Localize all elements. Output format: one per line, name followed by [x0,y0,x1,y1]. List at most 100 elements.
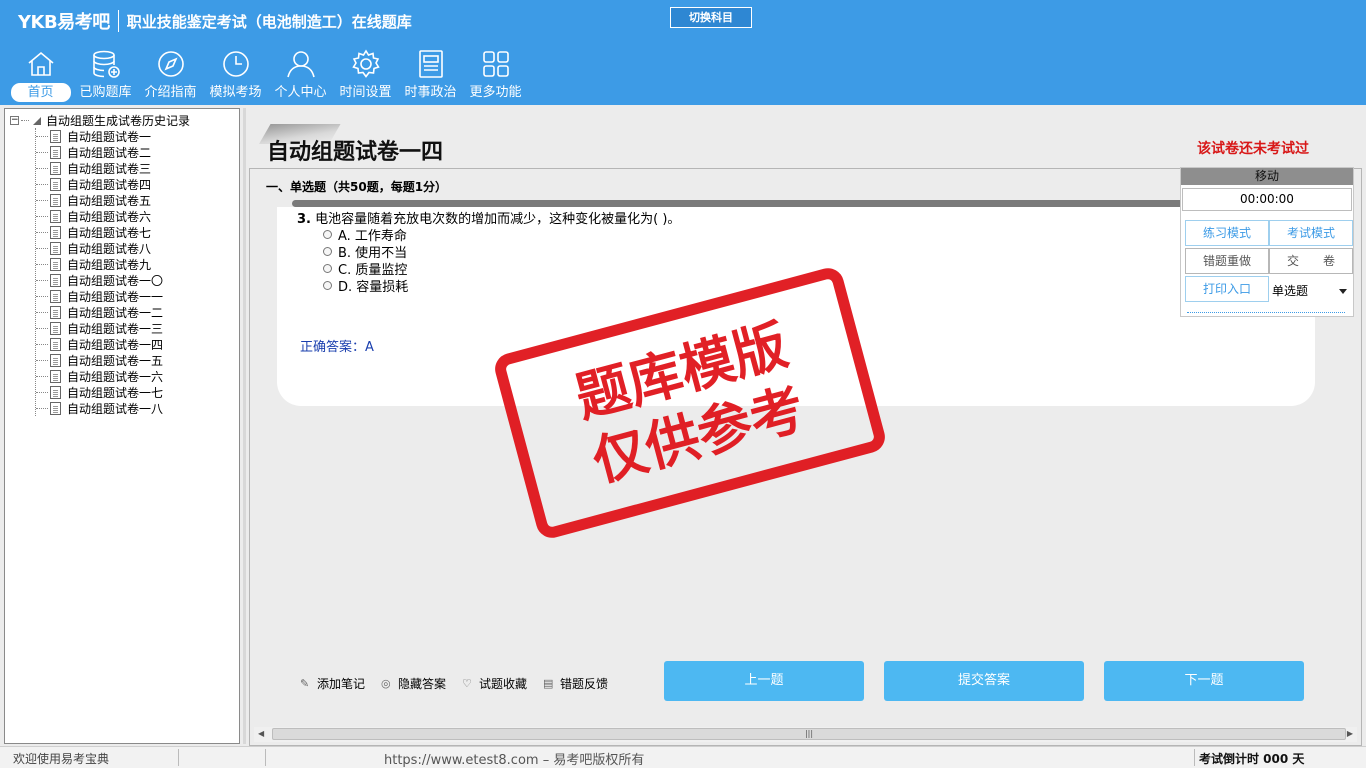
scrollbar-thumb[interactable]: ||| [272,728,1346,740]
tree-item[interactable]: 自动组题试卷八 [36,240,163,256]
document-icon [50,177,61,191]
tree-item[interactable]: 自动组题试卷一一 [36,288,163,304]
tree-item[interactable]: 自动组题试卷四 [36,176,163,192]
scroll-left-icon[interactable]: ◀ [258,729,264,738]
nav-home[interactable]: 首页 [8,48,73,104]
horizontal-scrollbar[interactable]: ◀ ||| ▶ [254,727,1357,742]
tree-connector [36,215,48,217]
tree-item[interactable]: 自动组题试卷二 [36,144,163,160]
prev-question-button[interactable]: 上一题 [664,661,864,701]
nav-profile[interactable]: 个人中心 [268,48,333,104]
tree-connector [36,279,48,281]
tree-item-label: 自动组题试卷一七 [67,385,164,400]
collapse-toggle-icon[interactable]: − [10,116,19,125]
switch-subject-button[interactable]: 切换科目 [670,7,752,28]
favorite-button[interactable]: ♡ 试题收藏 [462,675,527,692]
tree-connector [36,343,48,345]
brand-separator [117,10,119,32]
next-question-button[interactable]: 下一题 [1104,661,1304,701]
tree-item-label: 自动组题试卷一二 [67,305,164,320]
pane-splitter[interactable] [243,108,246,744]
nav-mock-exam[interactable]: 模拟考场 [203,48,268,104]
hand-in-button[interactable]: 交 卷 [1269,248,1353,274]
tree-item[interactable]: 自动组题试卷一五 [36,352,163,368]
tree-item-label: 自动组题试卷一六 [67,369,164,384]
document-icon [50,289,61,303]
option-d[interactable]: D. 容量损耗 [323,276,408,295]
feedback-button[interactable]: ▤ 错题反馈 [543,675,608,692]
scroll-right-icon[interactable]: ▶ [1347,729,1353,738]
tree-item[interactable]: 自动组题试卷一七 [36,384,163,400]
tree-item[interactable]: 自动组题试卷一六 [36,368,163,384]
nav-more[interactable]: 更多功能 [463,48,528,104]
redo-wrong-button[interactable]: 错题重做 [1185,248,1269,274]
nav-mock-exam-label: 模拟考场 [209,85,262,100]
radio-d[interactable] [323,281,332,290]
move-handle[interactable]: 移动 [1181,168,1353,185]
radio-a[interactable] [323,230,332,239]
radio-b[interactable] [323,247,332,256]
pencil-icon: ✎ [300,676,310,690]
document-icon [50,193,61,207]
question-type-select[interactable]: 单选题 [1271,278,1351,304]
paper-history-tree: − 自动组题生成试卷历史记录 自动组题试卷一 自动组题试卷二 自动组题试卷三 自动组题… [4,108,240,744]
tree-item[interactable]: 自动组题试卷一三 [36,320,163,336]
tree-item-label: 自动组题试卷一四 [67,337,164,352]
nav-purchased[interactable]: 已购题库 [73,48,138,104]
tree-item[interactable]: 自动组题试卷一八 [36,400,163,416]
tree-connector [36,407,48,409]
question-number: 3. [297,212,311,227]
database-icon [92,50,120,78]
tree-item-label: 自动组题试卷六 [67,209,152,224]
tree-item[interactable]: 自动组题试卷三 [36,160,163,176]
tree-connector [36,295,48,297]
tree-item-label: 自动组题试卷三 [67,161,152,176]
nav-time-settings[interactable]: 时间设置 [333,48,398,104]
brand: YKB易考吧 职业技能鉴定考试（电池制造工）在线题库 [18,8,412,34]
tree-item-label: 自动组题试卷一三 [67,321,164,336]
tree-item-label: 自动组题试卷七 [67,225,152,240]
tree-connector [36,327,48,329]
add-note-button[interactable]: ✎ 添加笔记 [300,675,365,692]
tree-item[interactable]: 自动组题试卷七 [36,224,163,240]
document-icon [50,369,61,383]
tree-connector [36,311,48,313]
submit-answer-button[interactable]: 提交答案 [884,661,1084,701]
nav-home-label: 首页 [10,83,71,102]
tree-connector [36,231,48,233]
practice-mode-button[interactable]: 练习模式 [1185,220,1269,246]
tree-root-label: 自动组题生成试卷历史记录 [46,114,191,128]
tree-item[interactable]: 自动组题试卷一 [36,128,163,144]
tree-item[interactable]: 自动组题试卷一〇 [36,272,163,288]
tree-list: 自动组题试卷一 自动组题试卷二 自动组题试卷三 自动组题试卷四 自动组题试卷五 自动组题试… [35,128,163,416]
status-divider [265,749,266,766]
tree-item[interactable]: 自动组题试卷一二 [36,304,163,320]
tree-item[interactable]: 自动组题试卷五 [36,192,163,208]
nav-current-affairs[interactable]: 时事政治 [398,48,463,104]
grid-icon [482,51,509,77]
tree-connector [36,151,48,153]
tree-connector [36,135,48,137]
nav-guide[interactable]: 介绍指南 [138,48,203,104]
folder-triangle-icon [33,116,41,125]
status-bar: 欢迎使用易考宝典 https://www.etest8.com – 易考吧版权所… [0,746,1366,768]
tree-item-label: 自动组题试卷九 [67,257,152,272]
status-divider [1194,749,1195,766]
document-icon [50,401,61,415]
gear-icon [351,49,380,78]
tree-root[interactable]: − 自动组题生成试卷历史记录 [10,112,190,129]
document-icon [50,161,61,175]
exam-mode-button[interactable]: 考试模式 [1269,220,1353,246]
nav-more-label: 更多功能 [469,85,522,100]
tree-item[interactable]: 自动组题试卷九 [36,256,163,272]
compass-icon [157,51,184,77]
tree-item[interactable]: 自动组题试卷一四 [36,336,163,352]
tree-item[interactable]: 自动组题试卷六 [36,208,163,224]
document-icon [50,337,61,351]
hide-answer-button[interactable]: ◎ 隐藏答案 [381,675,446,692]
paper-title: 自动组题试卷一四 [267,140,444,165]
clock-icon [222,51,249,77]
radio-c[interactable] [323,264,332,273]
tree-item-label: 自动组题试卷二 [67,145,152,160]
print-button[interactable]: 打印入口 [1185,276,1269,302]
